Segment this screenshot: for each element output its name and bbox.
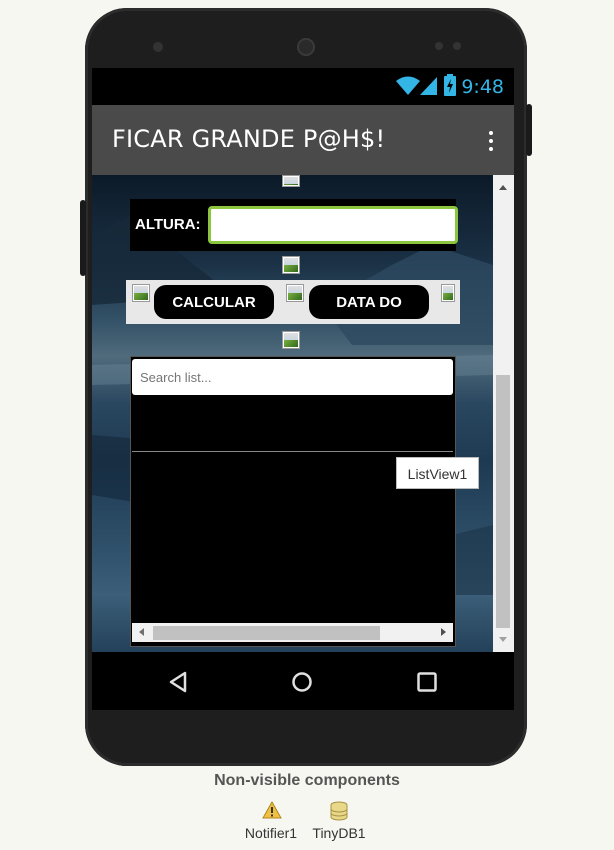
scroll-down-icon[interactable] xyxy=(499,637,507,642)
warning-icon xyxy=(262,801,282,819)
horizontal-scroll-thumb[interactable] xyxy=(153,626,380,640)
altura-row: ALTURA: xyxy=(130,199,458,251)
recents-icon[interactable] xyxy=(416,671,438,693)
data-button-label: DATA DO xyxy=(336,294,402,311)
sensor-icon xyxy=(453,42,461,50)
vertical-scroll-thumb[interactable] xyxy=(496,375,510,628)
image-placeholder-icon xyxy=(282,331,300,349)
status-bar: 9:48 xyxy=(92,68,514,105)
database-icon xyxy=(330,801,348,821)
calcular-button[interactable]: CALCULAR xyxy=(154,285,274,319)
home-icon[interactable] xyxy=(291,671,313,693)
scroll-left-icon[interactable] xyxy=(139,628,144,636)
front-camera-icon xyxy=(297,38,315,56)
scroll-right-icon[interactable] xyxy=(441,628,446,636)
vertical-scrollbar[interactable] xyxy=(493,175,514,652)
volume-button xyxy=(526,104,532,156)
clock: 9:48 xyxy=(461,76,504,98)
back-icon[interactable] xyxy=(168,671,188,693)
sensor-icon xyxy=(435,42,443,50)
nonvisible-heading: Non-visible components xyxy=(214,772,400,789)
image-placeholder-icon xyxy=(282,175,300,187)
navigation-bar xyxy=(92,652,514,710)
app-bar: FICAR GRANDE P@H$! xyxy=(92,105,514,175)
image-placeholder-icon xyxy=(286,284,304,302)
nonvisible-label: TinyDB1 xyxy=(312,825,366,841)
scroll-up-icon[interactable] xyxy=(499,185,507,190)
battery-charging-icon xyxy=(444,74,456,96)
listview xyxy=(130,356,456,647)
search-input[interactable] xyxy=(132,359,453,395)
listview-name-tag: ListView1 xyxy=(396,457,479,489)
image-placeholder-icon xyxy=(441,284,455,302)
power-button xyxy=(80,200,86,276)
image-placeholder-icon xyxy=(282,256,300,274)
signal-icon xyxy=(420,77,437,95)
overflow-menu-icon[interactable] xyxy=(488,131,494,151)
altura-label: ALTURA: xyxy=(135,216,201,233)
data-button[interactable]: DATA DO xyxy=(309,285,429,319)
screen-content: ALTURA: CALCULAR DATA DO Search list... … xyxy=(92,175,493,652)
list-divider xyxy=(132,451,453,452)
phone-screen: 9:48 FICAR GRANDE P@H$! ALTURA: CALCULAR xyxy=(92,68,514,710)
nonvisible-item-tinydb: TinyDB1 xyxy=(306,800,372,844)
horizontal-scrollbar[interactable] xyxy=(132,623,453,642)
wifi-icon xyxy=(396,76,420,95)
calcular-button-label: CALCULAR xyxy=(172,294,256,311)
altura-input[interactable] xyxy=(208,206,458,244)
image-placeholder-icon xyxy=(132,284,150,302)
app-title: FICAR GRANDE P@H$! xyxy=(112,125,386,153)
earpiece-icon xyxy=(153,42,163,52)
nonvisible-item-notifier: Notifier1 xyxy=(238,800,304,844)
button-row: CALCULAR DATA DO xyxy=(126,280,460,324)
nonvisible-label: Notifier1 xyxy=(244,825,298,841)
